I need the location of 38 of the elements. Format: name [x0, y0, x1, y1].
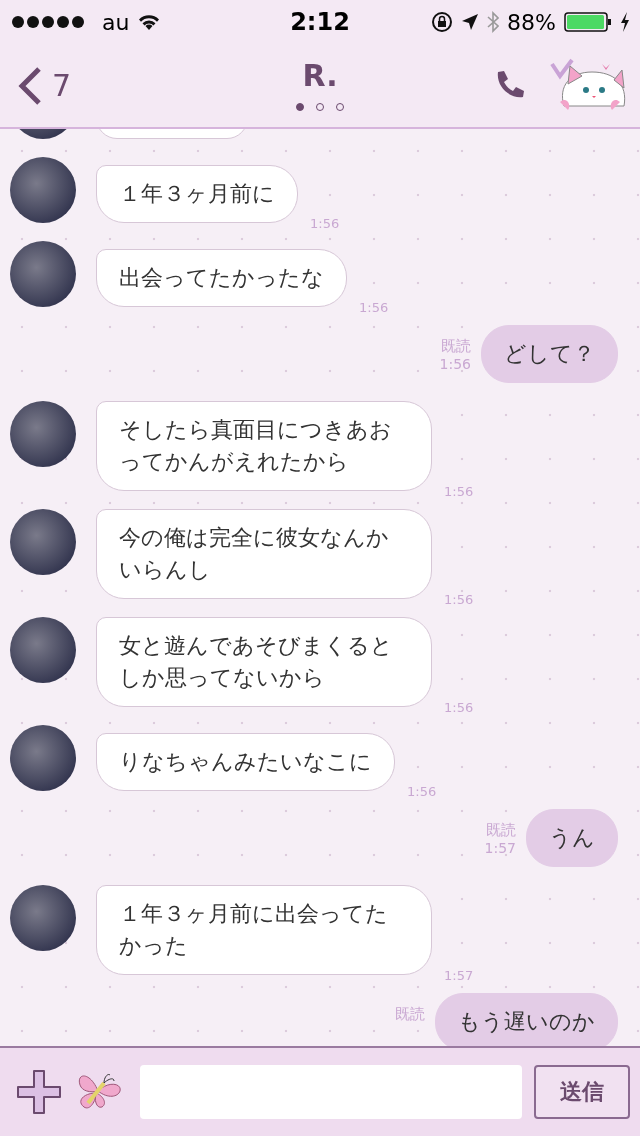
read-receipt: 既読 — [486, 821, 516, 839]
carrier-name: au — [102, 9, 130, 35]
message-time: 1:57 — [484, 839, 516, 857]
chat-title: R. — [302, 58, 338, 93]
back-button[interactable]: 7 — [18, 65, 72, 106]
message-bubble: りなちゃんみたいなこに — [96, 733, 395, 791]
rotation-lock-icon — [431, 11, 454, 33]
message-time: 1:56 — [439, 355, 471, 373]
message-time: 1:56 — [407, 784, 437, 799]
battery-percent: 88% — [507, 9, 556, 35]
read-receipt: 既読 — [395, 1005, 425, 1023]
message-bubble: どして？ — [481, 325, 618, 383]
wifi-icon — [137, 13, 162, 31]
clock-time: 2:12 — [290, 8, 350, 36]
location-icon — [461, 13, 480, 31]
plus-icon[interactable] — [16, 1069, 62, 1115]
message-bubble: そしたら真面目につきあおってかんがえれたから — [96, 401, 432, 491]
charging-icon — [620, 12, 630, 32]
message-time: 1:56 — [359, 300, 389, 315]
read-receipt: 既読 — [441, 337, 471, 355]
message-bubble: １年３ヶ月前に出会ってたかった — [96, 885, 432, 975]
message-bubble: うん — [526, 809, 618, 867]
message-input-field[interactable] — [140, 1065, 522, 1119]
message-bubble: 出会ってたかったな — [96, 249, 347, 307]
bluetooth-icon — [487, 11, 500, 33]
message-bubble: １年３ヶ月前に — [96, 165, 298, 223]
battery-icon — [564, 12, 612, 32]
send-button[interactable]: 送信 — [534, 1065, 630, 1119]
message-bubble: 今の俺は完全に彼女なんかいらんし — [96, 509, 432, 599]
signal-icon — [12, 16, 84, 28]
message-time: 1:56 — [444, 592, 474, 607]
message-time: 1:57 — [444, 968, 474, 983]
message-bubble: もう遅いのか — [435, 993, 618, 1046]
message-time: 1:56 — [310, 216, 340, 231]
message-time: 1:56 — [444, 700, 474, 715]
message-time: 1:56 — [444, 484, 474, 499]
message-bubble: 女と遊んであそびまくるとしか思ってないから — [96, 617, 432, 707]
page-dot[interactable] — [296, 103, 304, 111]
